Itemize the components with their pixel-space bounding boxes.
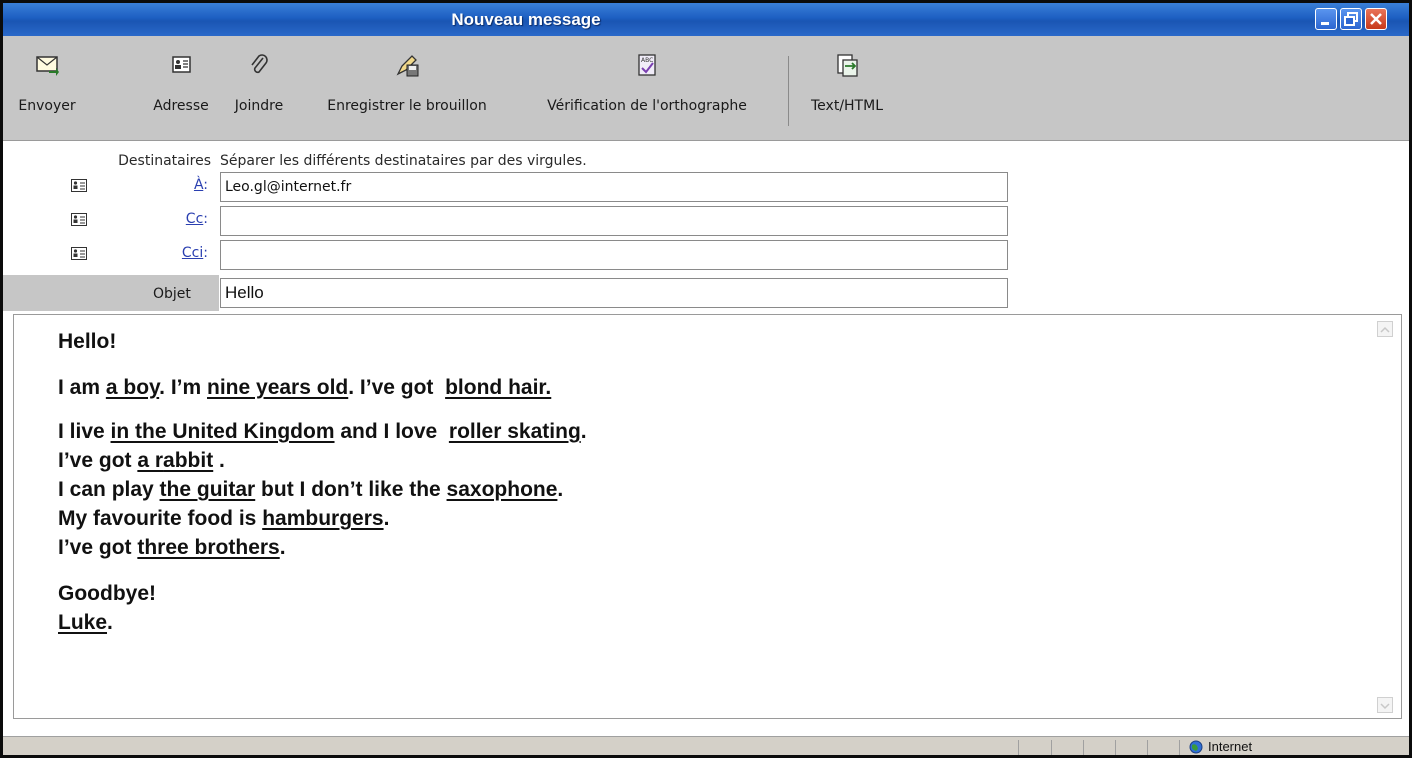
- text-segment: . I’m: [159, 376, 208, 399]
- attach-button[interactable]: Joindre: [221, 44, 297, 134]
- window-title: Nouveau message: [451, 10, 601, 29]
- scroll-up-button[interactable]: [1377, 321, 1393, 337]
- paperclip-icon: [251, 54, 268, 74]
- text-segment: but I don’t like the: [255, 478, 447, 501]
- text-segment: .: [580, 420, 587, 443]
- spellcheck-button[interactable]: ABC Vérification de l'orthographe: [515, 44, 779, 134]
- status-divider: [1115, 740, 1116, 755]
- recipients-hint: Séparer les différents destinataires par…: [220, 153, 587, 169]
- chevron-down-icon: [1380, 703, 1390, 710]
- send-label: Envoyer: [18, 98, 76, 114]
- save-draft-icon: [396, 55, 419, 77]
- message-headers: Destinataires Séparer les différents des…: [3, 141, 1409, 313]
- signature: Luke.: [58, 610, 113, 636]
- cc-link[interactable]: Cc:: [148, 211, 208, 227]
- close-icon: [1370, 13, 1382, 25]
- format-toggle-icon: [837, 54, 858, 77]
- body-line-5: My favourite food is hamburgers.: [58, 506, 389, 532]
- text-segment: .: [107, 611, 113, 634]
- title-bar[interactable]: Nouveau message: [3, 3, 1409, 36]
- underlined-answer: a boy: [105, 376, 160, 399]
- address-book-icon: [172, 56, 191, 73]
- to-field[interactable]: Leo.gl@internet.fr: [220, 172, 1008, 202]
- status-divider: [1179, 740, 1180, 755]
- toolbar-separator: [788, 56, 789, 126]
- underlined-answer: blond hair.: [445, 376, 552, 399]
- message-body[interactable]: Hello! I am a boy. I’m nine years old. I…: [13, 314, 1402, 719]
- status-divider: [1018, 740, 1019, 755]
- restore-icon: [1344, 12, 1358, 26]
- status-divider: [1051, 740, 1052, 755]
- attach-label: Joindre: [234, 98, 284, 114]
- underlined-answer: roller skating: [448, 420, 581, 443]
- address-book-icon[interactable]: [71, 213, 87, 226]
- text-segment: . I’ve got: [348, 376, 446, 399]
- underlined-answer: a r: [137, 449, 164, 472]
- underlined-answer: the guitar: [159, 478, 256, 501]
- cc-link-text[interactable]: Cc: [186, 211, 203, 227]
- send-icon: [36, 56, 59, 76]
- underlined-answer: nine years old: [207, 376, 349, 399]
- save-draft-button[interactable]: Enregistrer le brouillon: [301, 44, 513, 134]
- status-divider: [1147, 740, 1148, 755]
- text-segment: I’ve got: [58, 536, 138, 559]
- body-line-4: I can play the guitar but I don’t like t…: [58, 477, 563, 503]
- text-segment: I’ve got: [58, 449, 138, 472]
- underlined-answer: three brothers: [137, 536, 280, 559]
- chevron-up-icon: [1380, 326, 1390, 333]
- underlined-answer: abbit: [163, 449, 214, 472]
- spellcheck-icon: ABC: [638, 54, 656, 76]
- text-segment: My favourite food is: [58, 507, 263, 530]
- to-link[interactable]: À:: [148, 177, 208, 193]
- minimize-button[interactable]: [1315, 8, 1337, 30]
- underlined-answer: saxophone: [446, 478, 558, 501]
- toolbar: Envoyer Adresse Joindre Enregistrer le b…: [3, 36, 1409, 141]
- underlined-answer: in the United Kingdom: [110, 420, 335, 443]
- body-line-1: I am a boy. I’m nine years old. I’ve got…: [58, 375, 551, 401]
- bcc-field[interactable]: [220, 240, 1008, 270]
- subject-field[interactable]: Hello: [220, 278, 1008, 308]
- compose-window: Nouveau message Envoyer Adresse Joindre …: [0, 0, 1412, 758]
- body-line-2: I live in the United Kingdom and I love …: [58, 419, 587, 445]
- text-segment: .: [383, 507, 390, 530]
- text-segment: I can play: [58, 478, 160, 501]
- text-segment: I live: [58, 420, 111, 443]
- restore-button[interactable]: [1340, 8, 1362, 30]
- cc-field[interactable]: [220, 206, 1008, 236]
- status-bar: Internet: [3, 736, 1409, 755]
- subject-label: Objet: [153, 286, 191, 302]
- address-button[interactable]: Adresse: [143, 44, 219, 134]
- greeting: Hello!: [58, 330, 117, 353]
- scroll-down-button[interactable]: [1377, 697, 1393, 713]
- to-link-text[interactable]: À: [194, 177, 203, 193]
- closing: Goodbye!: [58, 582, 156, 605]
- underlined-answer: hamburgers: [262, 507, 384, 530]
- minimize-icon: [1321, 22, 1329, 25]
- save-draft-label: Enregistrer le brouillon: [327, 98, 487, 114]
- body-line-3: I’ve got a rabbit .: [58, 448, 225, 474]
- text-segment: .: [213, 449, 225, 472]
- address-book-icon[interactable]: [71, 247, 87, 260]
- address-book-icon[interactable]: [71, 179, 87, 192]
- svg-text:ABC: ABC: [641, 57, 653, 64]
- recipients-label: Destinataires: [118, 153, 211, 169]
- internet-zone-icon: [1189, 740, 1203, 754]
- bcc-link[interactable]: Cci:: [148, 245, 208, 261]
- text-segment: and I love: [334, 420, 449, 443]
- address-label: Adresse: [153, 98, 209, 114]
- body-line-6: I’ve got three brothers.: [58, 535, 286, 561]
- format-label: Text/HTML: [811, 98, 883, 114]
- underlined-answer: Luke: [58, 611, 108, 634]
- text-segment: .: [279, 536, 286, 559]
- close-button[interactable]: [1365, 8, 1387, 30]
- security-zone-label: Internet: [1208, 739, 1253, 754]
- text-segment: I am: [58, 376, 106, 399]
- status-divider: [1083, 740, 1084, 755]
- send-button[interactable]: Envoyer: [11, 44, 83, 134]
- format-button[interactable]: Text/HTML: [797, 44, 897, 134]
- spellcheck-label: Vérification de l'orthographe: [547, 98, 747, 114]
- bcc-link-text[interactable]: Cci: [182, 245, 203, 261]
- text-segment: .: [557, 478, 564, 501]
